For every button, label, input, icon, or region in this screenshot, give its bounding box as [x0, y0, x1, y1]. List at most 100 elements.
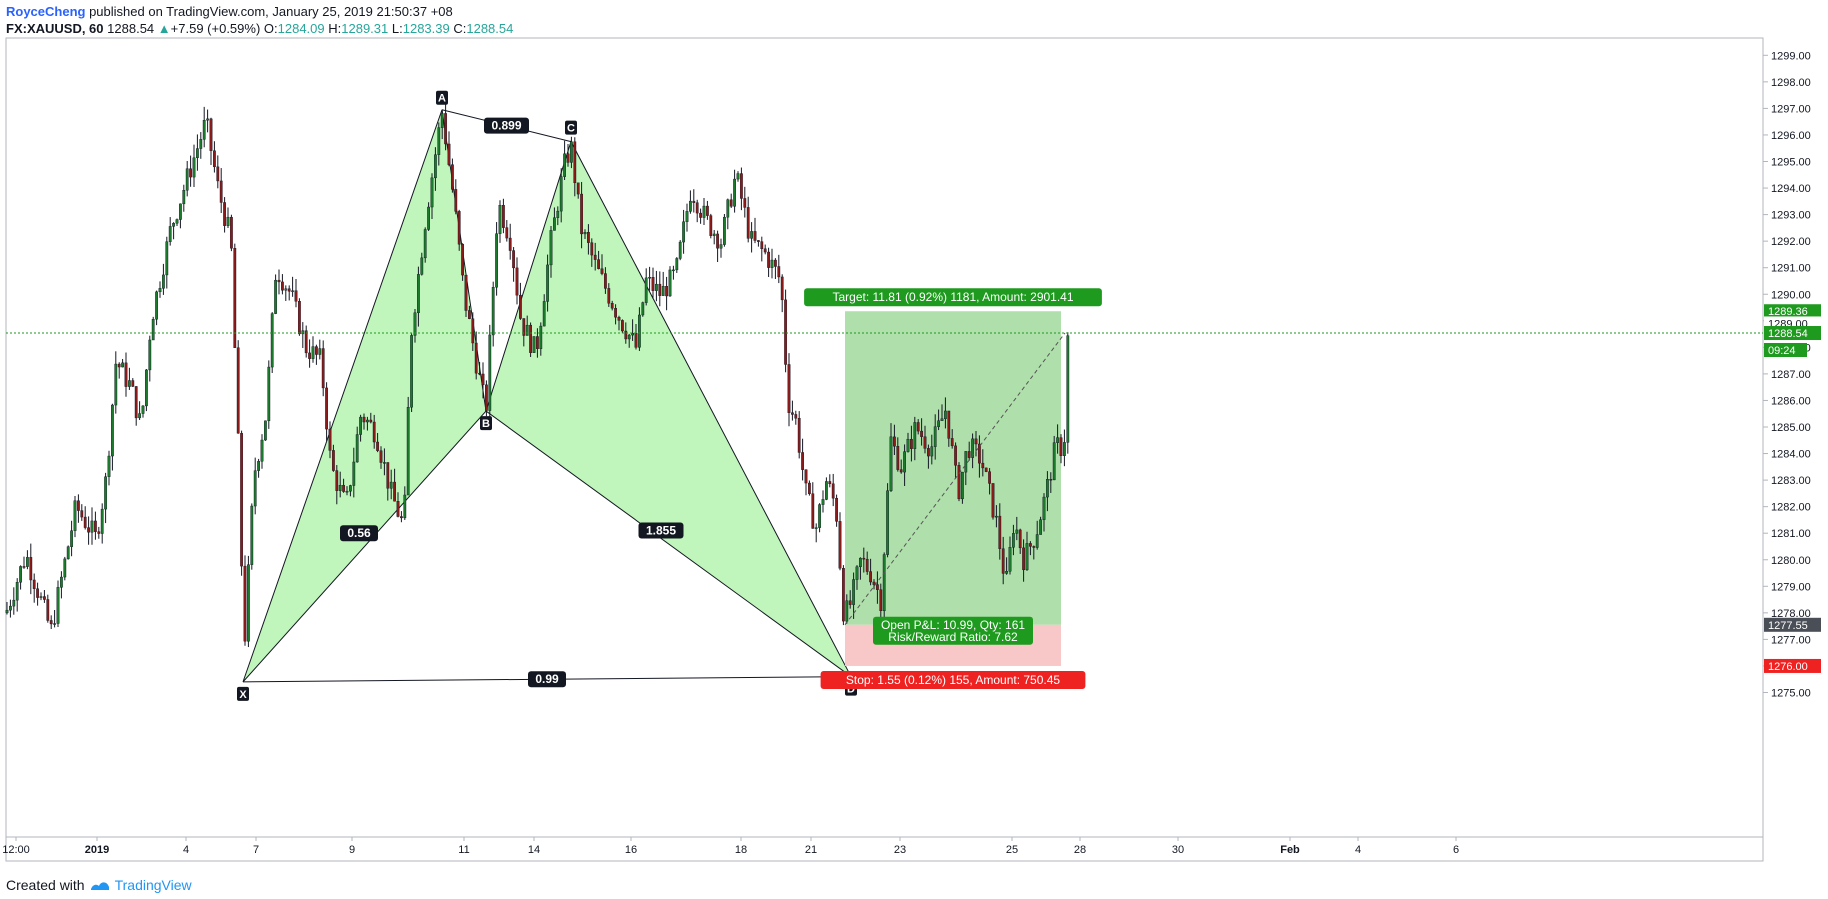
pattern-point-a: A [438, 93, 446, 105]
candle-body [376, 441, 379, 451]
candle-body [216, 166, 220, 182]
candle-body [896, 446, 900, 470]
candle-body [872, 581, 876, 585]
candle-body [423, 229, 427, 259]
candle-body [661, 286, 665, 296]
candle-body [291, 290, 294, 292]
candle-body [933, 426, 937, 447]
candle-body [740, 173, 743, 199]
candle-body [1015, 529, 1019, 534]
candle-body [189, 168, 192, 178]
candle-body [869, 571, 873, 583]
candle-body [447, 143, 451, 165]
candle-body [685, 211, 689, 222]
candle-body [260, 439, 264, 462]
candle-body [274, 279, 277, 314]
candle-body [498, 205, 502, 234]
candle-body [481, 373, 485, 386]
candle-body [110, 404, 114, 457]
candle-body [417, 274, 420, 314]
candle-body [787, 364, 791, 413]
candle-body [916, 422, 920, 432]
candle-body [440, 113, 444, 128]
candle-body [175, 219, 179, 224]
candle-body [746, 207, 750, 239]
candle-body [505, 227, 509, 239]
candle-body [974, 438, 978, 445]
candle-body [267, 366, 271, 422]
candle-body [736, 173, 740, 180]
candle-body [209, 118, 213, 151]
candle-body [403, 494, 407, 519]
candle-body [947, 410, 951, 439]
x-tick-label: 9 [349, 844, 355, 856]
candle-body [294, 290, 298, 302]
candle-body [753, 231, 757, 241]
candle-body [335, 470, 339, 491]
candle-body [695, 202, 699, 214]
pattern-triangle-xab [242, 109, 487, 683]
candle-body [308, 352, 311, 359]
candle-body [192, 157, 196, 178]
candle-body [716, 233, 720, 249]
candle-body [264, 420, 267, 441]
candle-body [420, 257, 424, 275]
candle-body [882, 554, 886, 612]
candle-body [1025, 543, 1029, 571]
candle-body [627, 334, 631, 340]
candle-body [1028, 543, 1032, 547]
candle-body [512, 250, 516, 269]
candle-body [879, 589, 883, 612]
price-badge: 09:24 [1768, 345, 1796, 357]
candle-body [158, 288, 162, 293]
candle-body [19, 566, 22, 583]
candle-body [784, 299, 788, 365]
candle-body [519, 294, 522, 319]
candle-body [964, 451, 968, 473]
candle-body [859, 557, 862, 568]
candle-body [8, 605, 12, 611]
candle-body [1052, 442, 1056, 481]
candle-body [706, 205, 709, 216]
candle-body [281, 281, 284, 291]
candle-body [791, 412, 794, 415]
x-tick-label: 7 [253, 844, 259, 856]
candle-body [325, 387, 328, 430]
candle-body [549, 230, 553, 266]
tradingview-brand-link[interactable]: TradingView [115, 877, 192, 893]
candle-body [26, 557, 29, 567]
candle-body [811, 493, 815, 529]
x-tick-label: 18 [735, 844, 747, 856]
candle-body [726, 199, 730, 218]
candle-body [355, 434, 359, 463]
created-with-text: Created with [6, 877, 85, 893]
candle-body [614, 308, 618, 318]
candle-body [315, 346, 318, 355]
candle-body [848, 600, 852, 605]
target-label: Target: 11.81 (0.92%) 1181, Amount: 2901… [832, 290, 1073, 304]
chart-canvas[interactable]: XABCD0.8990.56 1.8550.99Target: 11.81 (0.… [0, 0, 1828, 899]
candle-body [270, 313, 274, 368]
candle-body [702, 205, 706, 218]
candle-body [80, 510, 84, 518]
candle-body [328, 428, 332, 451]
candle-body [515, 267, 519, 296]
candle-body [954, 445, 958, 466]
candle-body [141, 405, 145, 414]
candle-body [750, 231, 754, 239]
candle-body [910, 438, 913, 449]
candle-body [257, 461, 260, 471]
y-tick-label: 1285.00 [1771, 422, 1811, 434]
x-tick-label: 4 [183, 844, 189, 856]
candle-body [1066, 335, 1070, 443]
candle-body [733, 178, 737, 207]
candle-body [287, 288, 291, 292]
candle-body [1056, 437, 1060, 443]
candle-body [801, 452, 805, 470]
candle-body [600, 268, 604, 274]
candle-body [90, 520, 94, 533]
candle-body [393, 481, 396, 502]
y-tick-label: 1275.00 [1771, 688, 1811, 700]
candle-body [760, 241, 764, 250]
candle-body [927, 448, 930, 457]
